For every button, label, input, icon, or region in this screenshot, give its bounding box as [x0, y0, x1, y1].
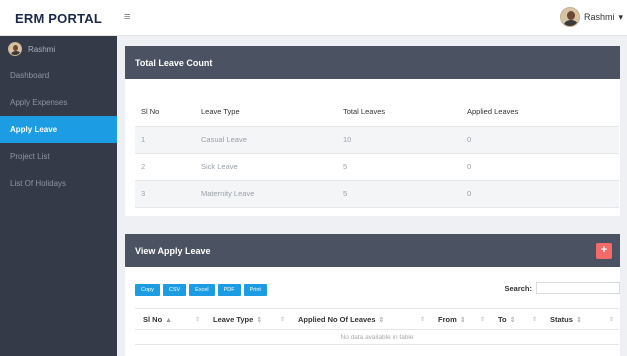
sort-icon: ⇕ — [279, 317, 285, 323]
table-cell: 5 — [337, 153, 461, 181]
sidebar-item-apply-leave[interactable]: Apply Leave — [0, 116, 117, 143]
empty-table-message: No data available in table — [135, 329, 619, 345]
csv-button[interactable]: CSV — [162, 284, 187, 296]
avatar — [8, 42, 22, 56]
sidebar-user-name: Rashmi — [28, 44, 56, 54]
panel-title-text: View Apply Leave — [135, 245, 211, 256]
sidebar-item-project-list[interactable]: Project List — [0, 143, 117, 170]
pdf-button[interactable]: PDF — [217, 284, 241, 296]
table-cell: 3 — [135, 180, 195, 208]
sidebar-user: Rashmi — [0, 36, 117, 62]
avatar — [559, 7, 580, 27]
sort-asc-icon: ▲ — [165, 316, 173, 324]
table-row: 1 Casual Leave 10 0 — [135, 126, 619, 154]
user-menu[interactable]: Rashmi ▾ — [559, 7, 623, 27]
brand-logo[interactable]: ERM PORTAL — [0, 0, 117, 36]
sort-icon: ⇕ — [479, 317, 485, 323]
table-cell: Maternity Leave — [195, 180, 337, 208]
table-row: 2 Sick Leave 5 0 — [135, 153, 619, 181]
sidebar-item-list-of-holidays[interactable]: List Of Holidays — [0, 170, 117, 197]
leave-count-panel: Total Leave Count Sl No Leave Type Total… — [125, 46, 620, 216]
leave-count-table: Sl No Leave Type Total Leaves Applied Le… — [135, 98, 619, 208]
table-row: No data available in table — [135, 329, 619, 345]
column-header-to[interactable]: To ⇕ ⇕ — [490, 308, 542, 330]
sidebar-item-apply-expenses[interactable]: Apply Expenses — [0, 89, 117, 116]
add-leave-button[interactable]: + — [596, 243, 612, 259]
search-label: Search: — [504, 283, 532, 293]
table-cell: Sick Leave — [195, 153, 337, 181]
sidebar-item-dashboard[interactable]: Dashboard — [0, 62, 117, 89]
export-buttons: Copy CSV Excel PDF Print — [135, 284, 267, 296]
panel-title: Total Leave Count — [125, 46, 620, 79]
sort-icon: ⇕ — [459, 316, 466, 324]
table-cell: 5 — [337, 180, 461, 208]
print-button[interactable]: Print — [243, 284, 267, 296]
table-cell: 0 — [461, 180, 619, 208]
sort-icon: ⇕ — [378, 316, 385, 324]
column-header-applied-leaves[interactable]: Applied No Of Leaves ⇕ ⇕ — [290, 308, 430, 330]
panel-title: View Apply Leave + — [125, 234, 620, 267]
sidebar: Rashmi Dashboard Apply Expenses Apply Le… — [0, 36, 117, 356]
apply-leave-table: Sl No ▲ ⇕ Leave Type ⇕ ⇕ Applied No Of Leave… — [135, 308, 619, 345]
table-cell: 10 — [337, 126, 461, 154]
main-content: Total Leave Count Sl No Leave Type Total… — [117, 36, 627, 356]
sort-icon: ⇕ — [575, 316, 582, 324]
apply-leave-panel: View Apply Leave + Copy CSV Excel PDF Pr… — [125, 234, 620, 356]
table-cell: 0 — [461, 126, 619, 154]
sort-icon: ⇕ — [608, 317, 614, 323]
column-header: Leave Type — [195, 98, 337, 127]
column-header: Applied Leaves — [461, 98, 619, 127]
table-cell: 0 — [461, 153, 619, 181]
copy-button[interactable]: Copy — [135, 284, 160, 296]
column-header-leave-type[interactable]: Leave Type ⇕ ⇕ — [205, 308, 290, 330]
table-cell: Casual Leave — [195, 126, 337, 154]
column-header: Total Leaves — [337, 98, 461, 127]
column-header: Sl No — [135, 98, 195, 127]
top-bar: ERM PORTAL ≡ Rashmi ▾ — [0, 0, 627, 36]
sort-icon: ⇕ — [256, 316, 263, 324]
excel-button[interactable]: Excel — [189, 284, 215, 296]
sort-icon: ⇕ — [509, 316, 516, 324]
sort-icon: ⇕ — [194, 317, 200, 323]
column-header-from[interactable]: From ⇕ ⇕ — [430, 308, 490, 330]
search-input[interactable] — [536, 282, 620, 294]
table-cell: 1 — [135, 126, 195, 154]
table-cell: 2 — [135, 153, 195, 181]
chevron-down-icon: ▾ — [618, 11, 623, 22]
search-box: Search: — [504, 282, 620, 294]
hamburger-icon[interactable]: ≡ — [124, 11, 130, 23]
table-row: 3 Maternity Leave 5 0 — [135, 180, 619, 208]
column-header-status[interactable]: Status ⇕ ⇕ — [542, 308, 619, 330]
sort-icon: ⇕ — [419, 317, 425, 323]
user-name: Rashmi — [583, 12, 615, 22]
column-header-sl-no[interactable]: Sl No ▲ ⇕ — [135, 308, 205, 330]
sort-icon: ⇕ — [531, 317, 537, 323]
